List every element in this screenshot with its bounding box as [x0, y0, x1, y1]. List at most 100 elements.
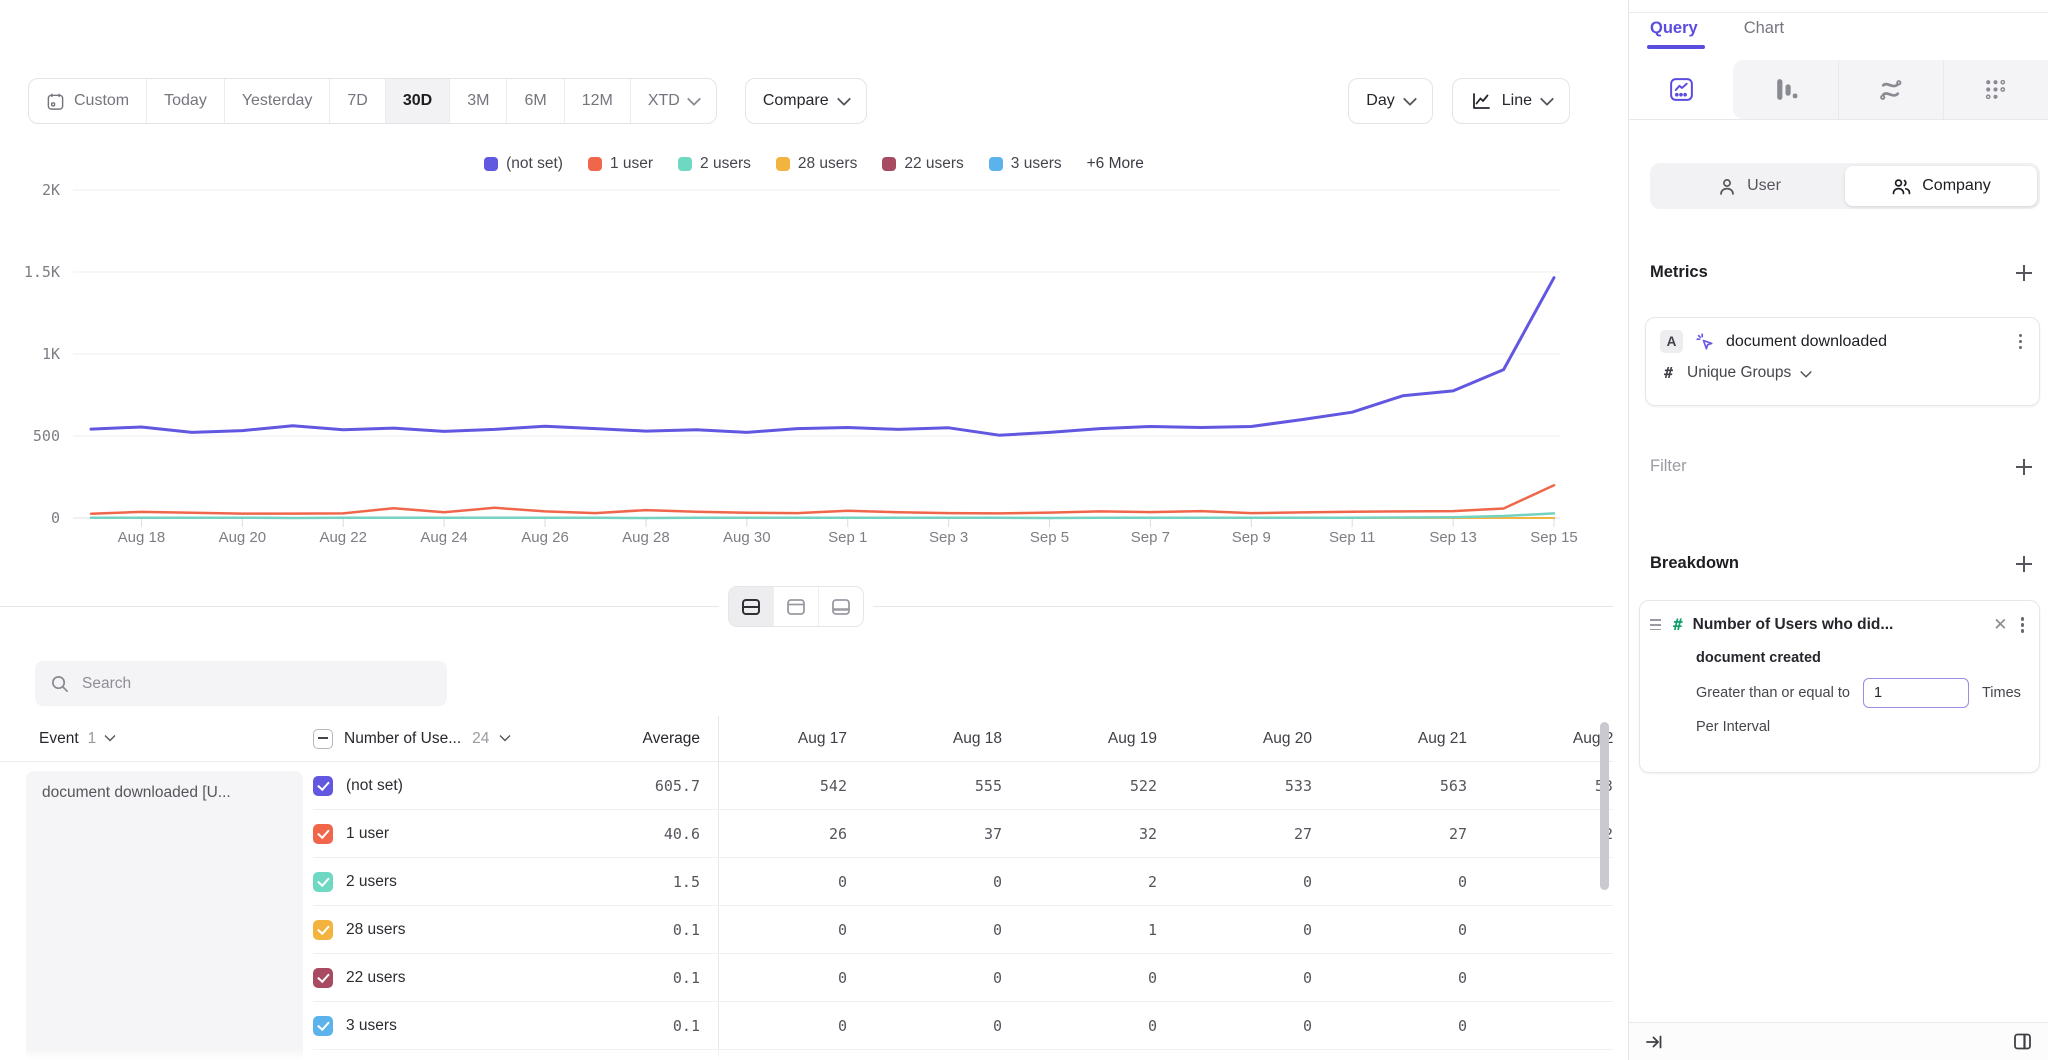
view-toggles: [719, 586, 873, 627]
row-value: 0: [873, 873, 1028, 891]
toggle-sidebar-button[interactable]: [2012, 1031, 2033, 1052]
chart-type-tabs: [1629, 60, 2048, 120]
add-metric-button[interactable]: [2015, 264, 2033, 282]
chart-type-tab-flow[interactable]: [1838, 60, 1943, 119]
select-all-checkbox[interactable]: [313, 729, 333, 749]
row-checkbox[interactable]: [313, 920, 333, 940]
event-column-header[interactable]: Event 1: [0, 730, 313, 748]
svg-text:Aug 26: Aug 26: [521, 529, 569, 546]
row-value: 26: [718, 825, 873, 843]
svg-text:Sep 11: Sep 11: [1329, 529, 1375, 546]
svg-text:Aug 28: Aug 28: [622, 529, 670, 546]
column-header-aug-18[interactable]: Aug 18: [873, 730, 1028, 748]
metric-measure-row: # Unique Groups: [1660, 364, 2025, 382]
breakdown-section-header: Breakdown: [1650, 554, 2033, 573]
row-group-cell: 1 user: [313, 824, 549, 844]
table-scrollbar[interactable]: [1600, 722, 1609, 890]
line-chart[interactable]: 05001K1.5K2KAug 18Aug 20Aug 22Aug 24Aug …: [0, 0, 1628, 560]
column-header-aug-20[interactable]: Aug 20: [1183, 730, 1338, 748]
number-property-icon: #: [1673, 615, 1683, 634]
row-value: 1: [1028, 921, 1183, 939]
row-label: 28 users: [346, 921, 405, 939]
row-checkbox[interactable]: [313, 776, 333, 796]
row-checkbox[interactable]: [313, 872, 333, 892]
row-checkbox[interactable]: [313, 968, 333, 988]
svg-text:Aug 24: Aug 24: [420, 529, 468, 546]
table-row: 22 users0.1000000: [313, 954, 1613, 1002]
measure-select[interactable]: Unique Groups: [1687, 364, 1811, 382]
column-header-aug-17[interactable]: Aug 17: [718, 730, 873, 748]
svg-text:1.5K: 1.5K: [24, 263, 60, 281]
row-value: 28: [1493, 825, 1613, 843]
panel-top-divider: [1629, 12, 2048, 13]
column-header-aug-19[interactable]: Aug 19: [1028, 730, 1183, 748]
group-column-header[interactable]: Number of Use... 24: [313, 729, 549, 749]
scope-toggle: User Company: [1650, 163, 2040, 209]
row-values: 542555522533563538: [718, 777, 1613, 795]
scope-company[interactable]: Company: [1845, 166, 2037, 206]
row-value: 0: [718, 969, 873, 987]
row-value: 0: [873, 1017, 1028, 1035]
svg-text:Aug 20: Aug 20: [219, 529, 267, 546]
row-values: 002000: [718, 873, 1613, 891]
chart-type-tab-line[interactable]: [1629, 60, 1733, 119]
breakdown-per-interval: Per Interval: [1696, 719, 2027, 735]
drag-handle-icon[interactable]: [1648, 617, 1663, 632]
row-checkbox[interactable]: [313, 824, 333, 844]
row-label: 1 user: [346, 825, 389, 843]
row-value: 563: [1338, 777, 1493, 795]
breakdown-card[interactable]: # Number of Users who did... ✕ document …: [1639, 600, 2040, 773]
add-filter-button[interactable]: [2015, 458, 2033, 476]
metric-card[interactable]: A document downloaded # Unique Groups: [1645, 317, 2040, 406]
average-column-header[interactable]: Average: [549, 730, 700, 748]
company-icon: [1891, 176, 1912, 196]
row-label: 2 users: [346, 873, 397, 891]
metric-menu-button[interactable]: [2016, 331, 2026, 353]
collapse-panel-button[interactable]: [1644, 1032, 1664, 1052]
view-toggle-split[interactable]: [729, 587, 774, 626]
column-header-aug-21[interactable]: Aug 21: [1338, 730, 1493, 748]
search-icon: [50, 674, 69, 693]
svg-text:0: 0: [51, 509, 60, 527]
scope-company-label: Company: [1922, 177, 1990, 195]
tab-query[interactable]: Query: [1650, 19, 1698, 38]
metric-row: A document downloaded: [1660, 330, 2025, 353]
row-values: 000000: [718, 1017, 1613, 1035]
chart-type-tab-matrix[interactable]: [1943, 60, 2048, 119]
row-average: 0.1: [549, 969, 700, 987]
row-values: 001000: [718, 921, 1613, 939]
row-values: 263732272728: [718, 825, 1613, 843]
row-average: 1.5: [549, 873, 700, 891]
chart-type-tab-bar[interactable]: [1733, 60, 1837, 119]
row-group-cell: (not set): [313, 776, 549, 796]
row-value: 0: [1028, 969, 1183, 987]
tab-chart[interactable]: Chart: [1744, 19, 1784, 38]
breakdown-value-input[interactable]: [1863, 678, 1969, 708]
view-toggle-table-only[interactable]: [819, 587, 863, 626]
breakdown-event: document created: [1696, 650, 2027, 666]
chevron-down-icon: [1800, 366, 1812, 378]
group-count: 24: [472, 730, 489, 748]
arrow-to-right-icon: [1644, 1032, 1664, 1052]
row-value: 0: [1183, 969, 1338, 987]
add-breakdown-button[interactable]: [2015, 555, 2033, 573]
svg-text:Aug 22: Aug 22: [319, 529, 367, 546]
scope-user[interactable]: User: [1653, 166, 1845, 206]
table-only-view-icon: [830, 596, 852, 618]
metric-badge: A: [1660, 330, 1683, 353]
breakdown-menu-button[interactable]: [2018, 614, 2028, 636]
row-checkbox[interactable]: [313, 1016, 333, 1036]
table-row: 1 user40.6263732272728: [313, 810, 1613, 858]
row-value: 522: [1028, 777, 1183, 795]
row-value: 27: [1183, 825, 1338, 843]
event-cell[interactable]: document downloaded [U...: [26, 771, 303, 1060]
close-icon[interactable]: ✕: [1993, 616, 2007, 633]
view-toggle-chart-only[interactable]: [774, 587, 819, 626]
row-average: 0.1: [549, 1017, 700, 1035]
row-group-cell: 22 users: [313, 968, 549, 988]
breakdown-title: Breakdown: [1650, 554, 1739, 573]
active-tab-indicator: [1647, 45, 1705, 49]
search-input[interactable]: [80, 674, 432, 694]
row-average: 605.7: [549, 777, 700, 795]
column-header-aug-22[interactable]: Aug 22: [1493, 730, 1613, 748]
